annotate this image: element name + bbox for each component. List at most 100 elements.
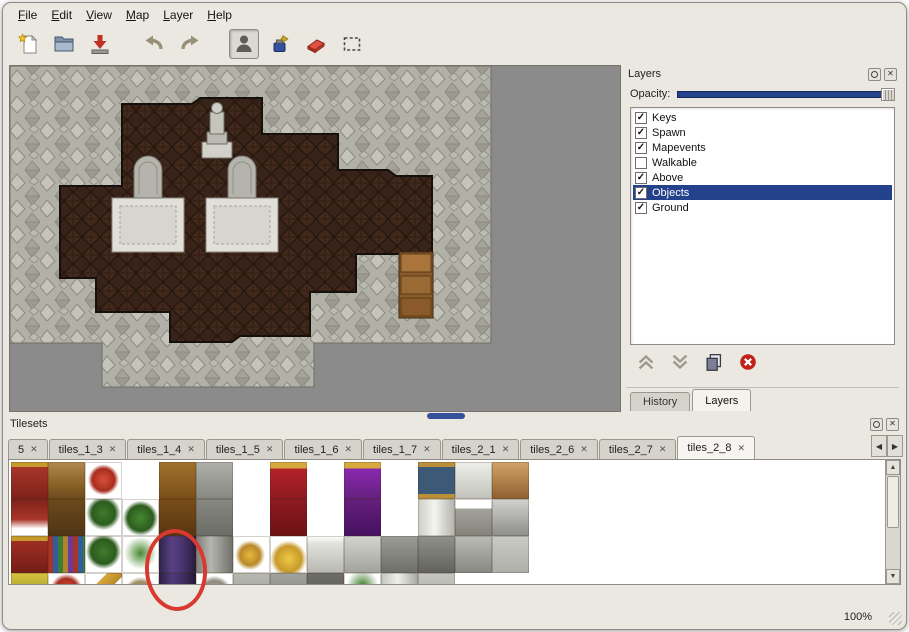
- layer-visibility-checkbox[interactable]: ✓: [635, 172, 647, 184]
- layer-visibility-checkbox[interactable]: ✓: [635, 187, 647, 199]
- tile-plant-shelf[interactable]: [85, 536, 122, 573]
- layer-row-objects[interactable]: ✓Objects: [633, 185, 892, 200]
- tile-gargoyle-base[interactable]: [307, 573, 344, 585]
- tileset-tab-tiles_1_6[interactable]: tiles_1_6✕: [284, 439, 362, 459]
- eraser-tool-button[interactable]: [301, 29, 331, 59]
- tab-close-icon[interactable]: ✕: [109, 445, 117, 454]
- close-panel-button[interactable]: ✕: [884, 68, 897, 81]
- layer-visibility-checkbox[interactable]: ✓: [635, 112, 647, 124]
- layer-row-ground[interactable]: ✓Ground: [633, 200, 892, 215]
- menu-edit[interactable]: Edit: [44, 6, 79, 24]
- tile-potted-plant[interactable]: [85, 499, 122, 536]
- tileset-tab-tiles_1_4[interactable]: tiles_1_4✕: [127, 439, 205, 459]
- tile-gargoyle-right[interactable]: [418, 536, 455, 573]
- tile-banner-red[interactable]: [11, 462, 48, 499]
- tile-loom[interactable]: [48, 462, 85, 499]
- opacity-slider-track[interactable]: [677, 91, 893, 98]
- scrollbar-thumb[interactable]: [887, 476, 899, 528]
- tile-hearth-stone-bottom[interactable]: [196, 499, 233, 536]
- opacity-slider[interactable]: [677, 87, 895, 102]
- tileset-scrollbar[interactable]: ▲ ▼: [885, 460, 900, 584]
- tile-floor-plant[interactable]: [122, 499, 159, 536]
- tab-close-icon[interactable]: ✕: [266, 445, 274, 454]
- tile-column-base[interactable]: [381, 573, 418, 585]
- layer-row-spawn[interactable]: ✓Spawn: [633, 125, 892, 140]
- tile-throne-red-top[interactable]: [270, 462, 307, 499]
- float-panel-button[interactable]: [868, 68, 881, 81]
- tile-cabinet-wood-top[interactable]: [159, 462, 196, 499]
- tile-column-white[interactable]: [418, 499, 455, 536]
- tile-bench-wood[interactable]: [492, 462, 529, 499]
- tileset-tab-tiles_1_5[interactable]: tiles_1_5✕: [206, 439, 284, 459]
- tab-close-icon[interactable]: ✕: [659, 445, 667, 454]
- tile-door-purple-top[interactable]: [159, 536, 196, 573]
- tile-throne-purple-top[interactable]: [344, 462, 381, 499]
- tile-banner-red-2[interactable]: [11, 536, 48, 573]
- tab-close-icon[interactable]: ✕: [423, 445, 431, 454]
- tile-door-stone[interactable]: [196, 536, 233, 573]
- dock-tab-history[interactable]: History: [630, 392, 690, 411]
- duplicate-layer-button[interactable]: [702, 352, 726, 376]
- redo-button[interactable]: [175, 29, 205, 59]
- stamp-tool-button[interactable]: [229, 29, 259, 59]
- tab-close-icon[interactable]: ✕: [502, 445, 510, 454]
- fill-tool-button[interactable]: [265, 29, 295, 59]
- tile-boulder[interactable]: [196, 573, 233, 585]
- tile-plant-small[interactable]: [122, 536, 159, 573]
- dock-tab-layers[interactable]: Layers: [692, 389, 751, 411]
- map-canvas[interactable]: [9, 65, 621, 412]
- tile-hearth-stone-top[interactable]: [196, 462, 233, 499]
- opacity-slider-handle[interactable]: [881, 88, 895, 101]
- layer-visibility-checkbox[interactable]: [635, 157, 647, 169]
- tile-armor-statue[interactable]: [492, 499, 529, 536]
- tileset-content[interactable]: ▲ ▼: [8, 459, 901, 585]
- menu-map[interactable]: Map: [119, 6, 156, 24]
- layer-visibility-checkbox[interactable]: ✓: [635, 142, 647, 154]
- lower-layer-button[interactable]: [668, 352, 692, 376]
- tile-dresser-white-top[interactable]: [455, 462, 492, 499]
- tab-close-icon[interactable]: ✕: [580, 445, 588, 454]
- menu-help[interactable]: Help: [200, 6, 239, 24]
- tile-statue-robed[interactable]: [307, 536, 344, 573]
- tile-tomb-monument[interactable]: [455, 536, 492, 573]
- tile-statue-angel[interactable]: [344, 536, 381, 573]
- tile-rock-gold[interactable]: [122, 573, 159, 585]
- tile-statue-robed-base[interactable]: [233, 573, 270, 585]
- tileset-tab-tiles_2_6[interactable]: tiles_2_6✕: [520, 439, 598, 459]
- tileset-tab-tiles_2_8[interactable]: tiles_2_8✕: [677, 436, 755, 459]
- tileset-tab-tiles_2_7[interactable]: tiles_2_7✕: [599, 439, 677, 459]
- tab-close-icon[interactable]: ✕: [345, 445, 353, 454]
- tile-stone-block[interactable]: [492, 536, 529, 573]
- tileset-tab-5[interactable]: 5✕: [8, 439, 48, 459]
- scroll-tabs-right-button[interactable]: ▶: [887, 435, 903, 457]
- delete-layer-button[interactable]: [736, 352, 760, 376]
- scroll-tabs-left-button[interactable]: ◀: [871, 435, 887, 457]
- tile-vase-plant[interactable]: [344, 573, 381, 585]
- menu-layer[interactable]: Layer: [156, 6, 200, 24]
- tileset-tab-tiles_1_3[interactable]: tiles_1_3✕: [49, 439, 127, 459]
- tile-portrait-frame[interactable]: [418, 462, 455, 499]
- tile-banner-red-tail[interactable]: [11, 499, 48, 536]
- undo-button[interactable]: [139, 29, 169, 59]
- tile-cushion-red[interactable]: [85, 462, 122, 499]
- scroll-down-button[interactable]: ▼: [886, 569, 900, 584]
- tile-door-purple-bottom[interactable]: [159, 573, 196, 585]
- open-button[interactable]: [49, 29, 79, 59]
- layer-visibility-checkbox[interactable]: ✓: [635, 202, 647, 214]
- tile-gargoyle-left[interactable]: [381, 536, 418, 573]
- resize-grip[interactable]: [889, 612, 902, 625]
- tile-statue-angel-base[interactable]: [270, 573, 307, 585]
- tile-loom-bottom[interactable]: [48, 499, 85, 536]
- layer-row-mapevents[interactable]: ✓Mapevents: [633, 140, 892, 155]
- tile-gold-pile[interactable]: [270, 536, 307, 573]
- raise-layer-button[interactable]: [634, 352, 658, 376]
- close-panel-button[interactable]: ✕: [886, 418, 899, 431]
- tile-stone-block[interactable]: [418, 573, 455, 585]
- tile-cushion-red-2[interactable]: [48, 573, 85, 585]
- tile-obelisk-top[interactable]: [455, 499, 492, 536]
- tileset-tab-tiles_2_1[interactable]: tiles_2_1✕: [442, 439, 520, 459]
- scroll-up-button[interactable]: ▲: [886, 460, 900, 475]
- menu-view[interactable]: View: [79, 6, 119, 24]
- tile-banner-gold[interactable]: [11, 573, 48, 585]
- tile-throne-red-bottom[interactable]: [270, 499, 307, 536]
